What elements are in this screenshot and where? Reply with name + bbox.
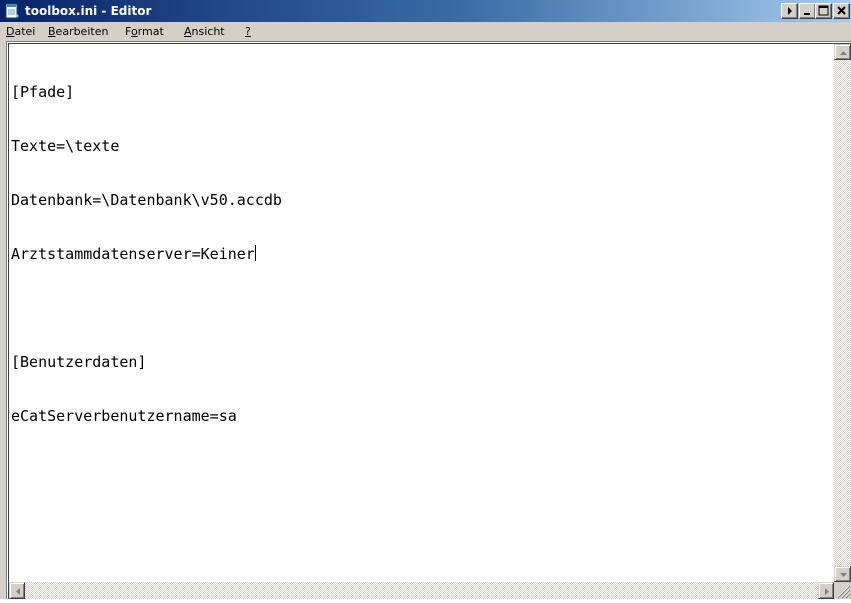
arrow-right-icon bbox=[825, 588, 829, 595]
menu-ansicht-access-key: A bbox=[184, 25, 192, 38]
menu-help-label: ? bbox=[245, 25, 251, 38]
menu-bar: Datei Bearbeiten Format Ansicht ? bbox=[0, 22, 851, 41]
close-button[interactable] bbox=[833, 3, 850, 19]
notepad-icon[interactable] bbox=[4, 3, 20, 19]
menu-format-label-rest: rmat bbox=[137, 25, 164, 38]
text-line-with-caret: Arztstammdatenserver=Keiner bbox=[11, 245, 831, 263]
menu-bearbeiten-label-rest: earbeiten bbox=[55, 25, 109, 38]
text-caret bbox=[254, 245, 256, 261]
menu-format[interactable]: Format bbox=[125, 23, 164, 40]
close-icon bbox=[837, 6, 846, 15]
scroll-down-button[interactable] bbox=[834, 566, 851, 582]
text-line: Datenbank=\Datenbank\v50.accdb bbox=[11, 191, 282, 209]
menu-format-access-key: o bbox=[130, 25, 138, 38]
menu-help[interactable]: ? bbox=[245, 23, 251, 40]
minimize-icon bbox=[804, 13, 810, 15]
maximize-icon bbox=[818, 5, 829, 16]
arrow-left-icon bbox=[16, 588, 20, 595]
help-arrow-button[interactable] bbox=[781, 3, 798, 19]
menu-datei-label-rest: atei bbox=[14, 25, 36, 38]
arrow-down-icon bbox=[840, 573, 847, 577]
menu-ansicht[interactable]: Ansicht bbox=[184, 23, 225, 40]
text-line: [Pfade] bbox=[11, 83, 75, 101]
menu-ansicht-label-rest: nsicht bbox=[191, 25, 225, 38]
scroll-up-button[interactable] bbox=[834, 44, 851, 60]
document-text[interactable]: [Pfade] Texte=\texte Datenbank=\Datenban… bbox=[11, 47, 831, 579]
text-line: [Benutzerdaten] bbox=[11, 353, 147, 371]
resize-grip[interactable] bbox=[834, 582, 851, 599]
title-bar[interactable]: toolbox.ini - Editor bbox=[0, 0, 851, 22]
editor-frame: [Pfade] Texte=\texte Datenbank=\Datenban… bbox=[6, 41, 851, 599]
minimize-button[interactable] bbox=[799, 3, 816, 19]
maximize-button[interactable] bbox=[815, 3, 832, 19]
arrow-up-icon bbox=[840, 51, 847, 55]
text-line: Texte=\texte bbox=[11, 137, 120, 155]
menu-datei[interactable]: Datei bbox=[6, 23, 35, 40]
text-line bbox=[11, 299, 831, 317]
horizontal-scrollbar[interactable] bbox=[9, 582, 834, 599]
scroll-left-button[interactable] bbox=[9, 582, 25, 599]
menu-bearbeiten[interactable]: Bearbeiten bbox=[48, 23, 108, 40]
vertical-scrollbar[interactable] bbox=[834, 44, 851, 582]
notepad-window: toolbox.ini - Editor Datei Bearbeiten Fo… bbox=[0, 0, 851, 599]
size-grip-icon bbox=[837, 585, 851, 599]
text-line: Arztstammdatenserver=Keiner bbox=[11, 245, 255, 263]
window-title: toolbox.ini - Editor bbox=[25, 4, 152, 18]
menu-bearbeiten-access-key: B bbox=[48, 25, 56, 38]
scroll-right-button[interactable] bbox=[818, 582, 834, 599]
editor-textarea[interactable]: [Pfade] Texte=\texte Datenbank=\Datenban… bbox=[8, 43, 851, 599]
help-arrow-icon bbox=[788, 7, 792, 15]
text-line: eCatServerbenutzername=sa bbox=[11, 407, 237, 425]
